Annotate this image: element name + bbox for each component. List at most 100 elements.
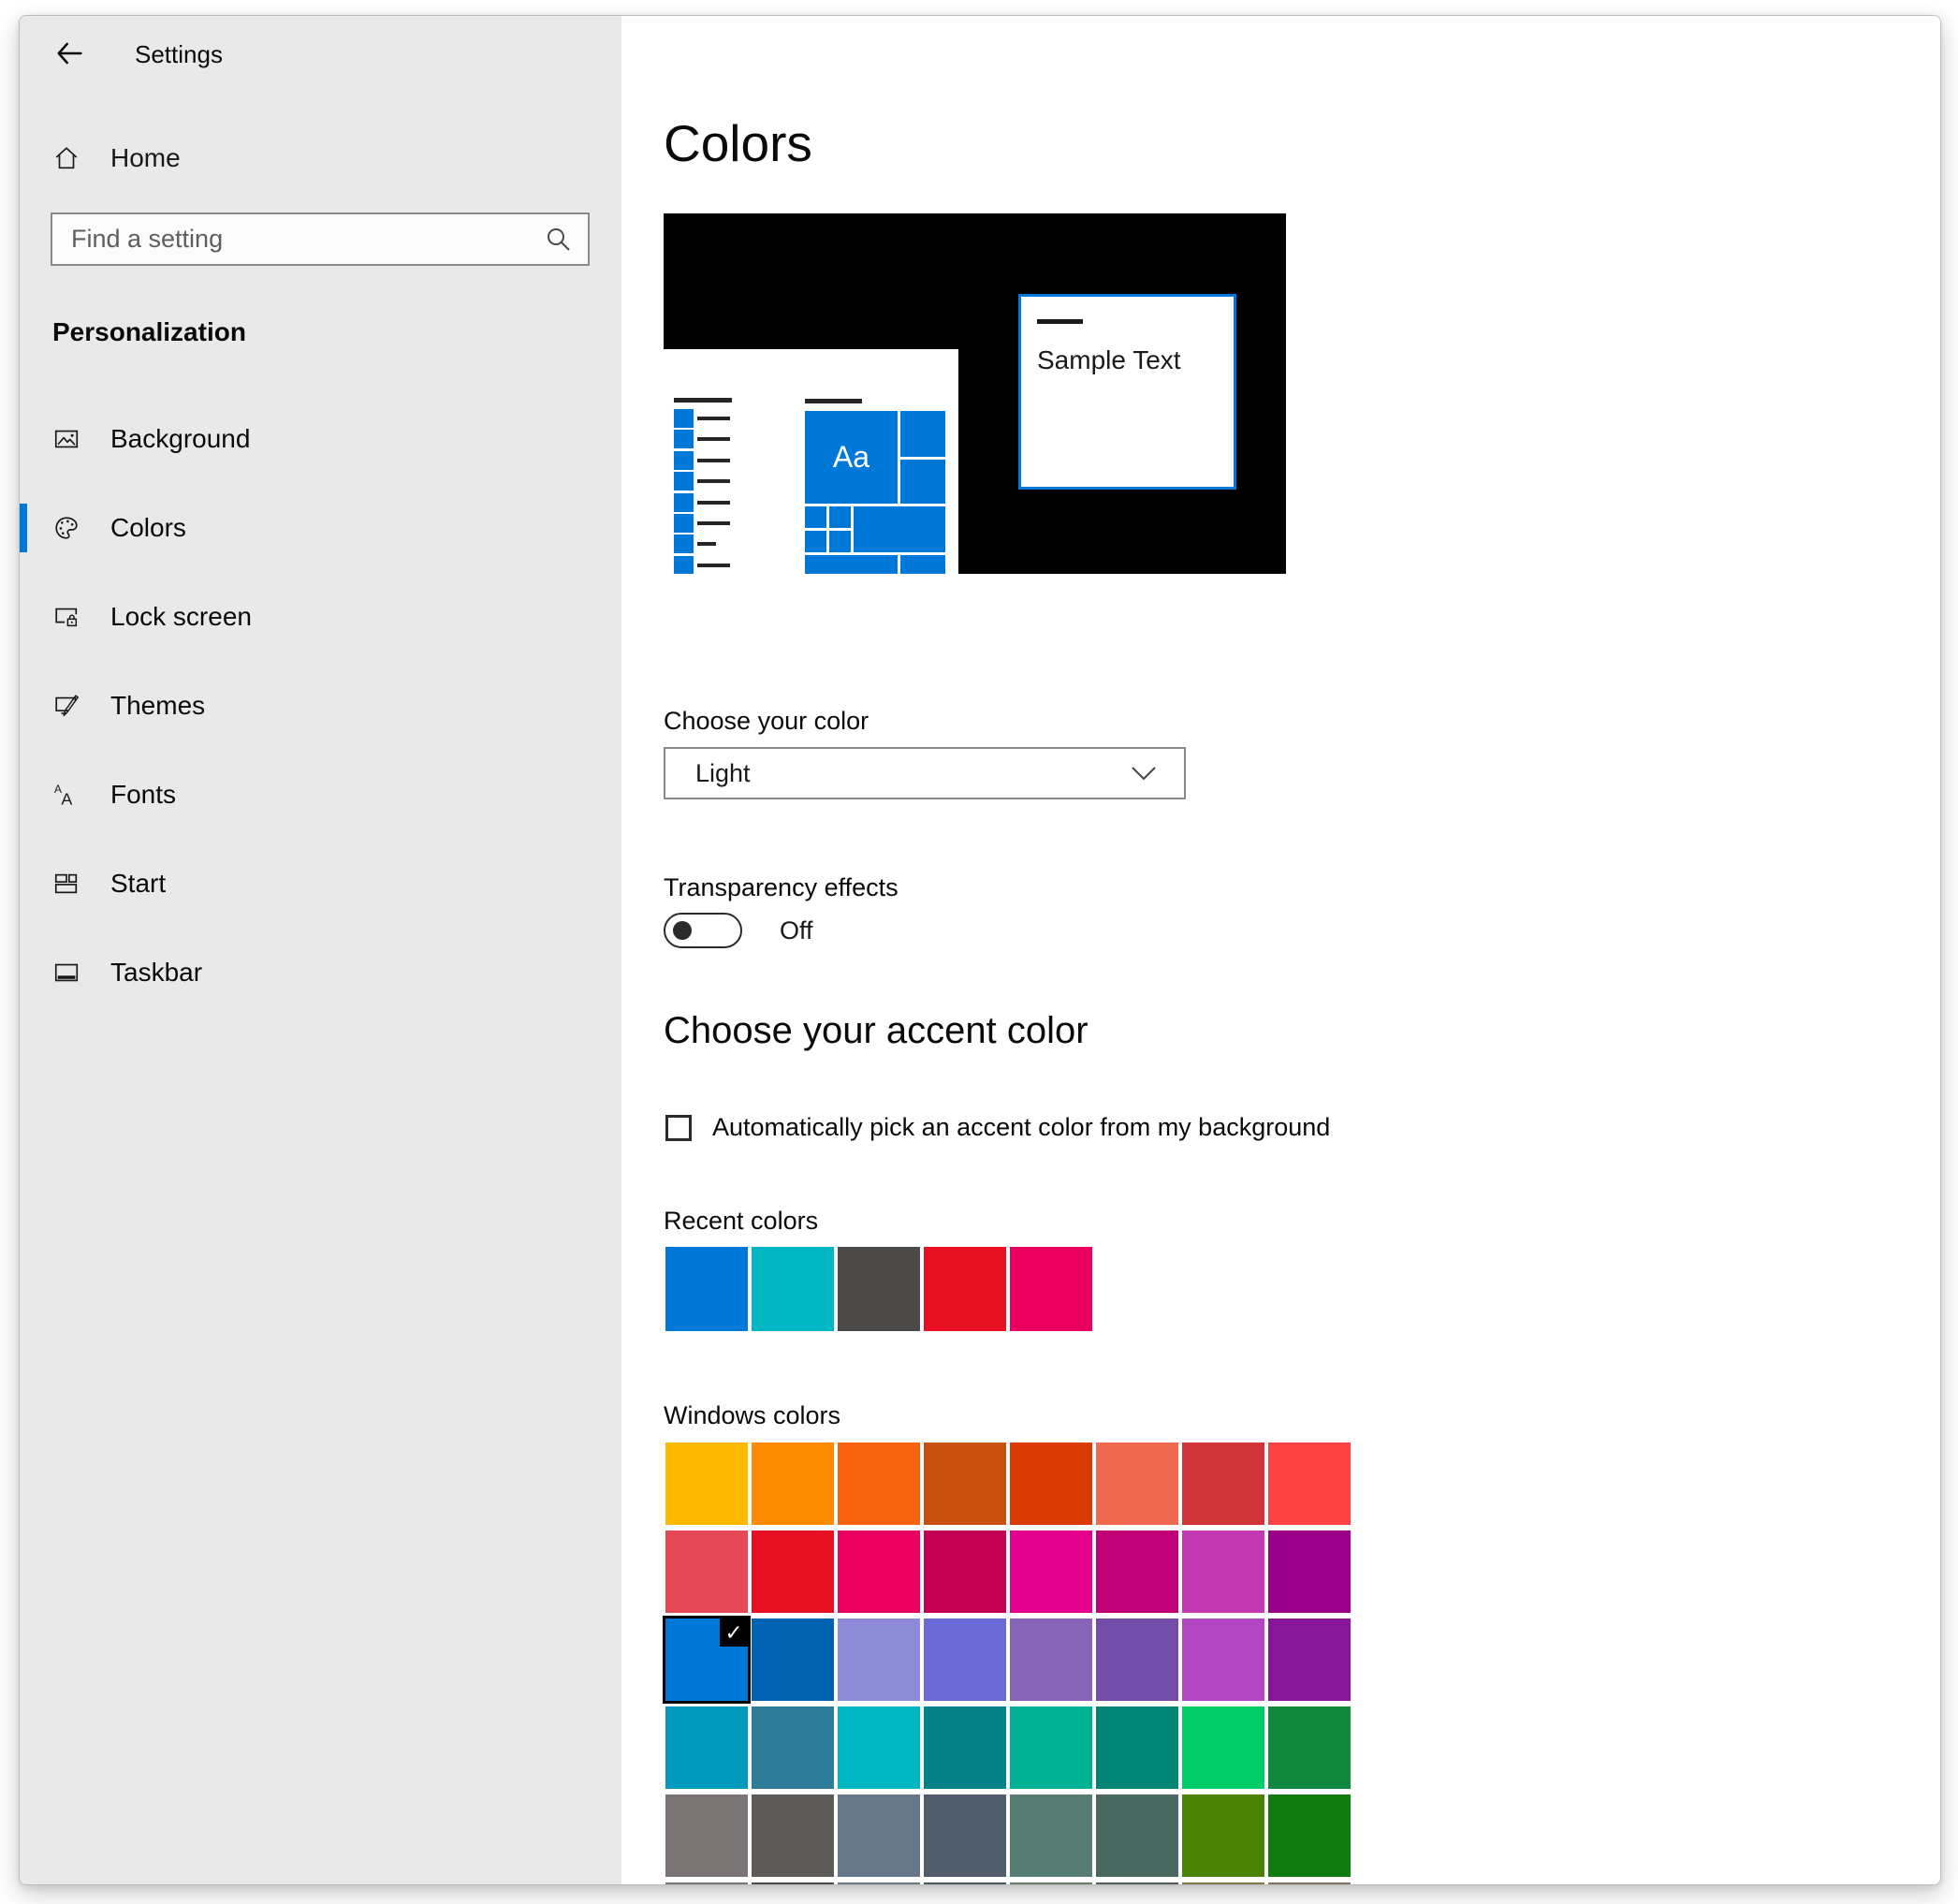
color-mode-dropdown[interactable]: Light [664,747,1186,799]
windows-color-swatch[interactable] [924,1706,1006,1789]
page-title: Colors [664,113,812,173]
windows-color-swatch[interactable] [1268,1531,1351,1613]
sidebar-nav: Background Colors Lock screen Theme [20,409,621,1032]
sidebar-item-label: Taskbar [110,958,202,988]
windows-color-swatch[interactable] [665,1706,748,1789]
windows-color-swatch[interactable] [752,1531,834,1613]
search-icon[interactable] [543,224,575,256]
windows-color-swatch[interactable] [752,1882,834,1885]
preview-list-line [697,479,730,483]
preview-tile [829,506,851,528]
app-title: Settings [135,40,223,69]
preview-list-line [697,542,716,546]
windows-color-swatch[interactable] [1182,1794,1264,1877]
preview-tile-large: Aa [805,411,898,504]
windows-color-swatch[interactable] [1182,1882,1264,1885]
preview-sample-window: Sample Text [1018,294,1236,490]
windows-color-swatch[interactable] [1010,1706,1092,1789]
windows-color-swatch[interactable] [665,1531,748,1613]
sidebar-item-label: Lock screen [110,602,252,632]
auto-accent-checkbox[interactable] [665,1115,692,1141]
sidebar-item-lock-screen[interactable]: Lock screen [20,587,621,647]
sidebar-item-start[interactable]: Start [20,854,621,914]
preview-list-line [697,521,730,525]
sidebar-item-background[interactable]: Background [20,409,621,469]
windows-color-swatch[interactable] [1096,1706,1178,1789]
transparency-toggle[interactable] [664,913,742,948]
svg-text:A: A [61,789,72,808]
windows-color-swatch[interactable] [1268,1794,1351,1877]
windows-color-swatch[interactable] [665,1882,748,1885]
recent-color-swatch[interactable] [924,1247,1006,1331]
windows-color-swatch[interactable] [1268,1443,1351,1525]
windows-color-swatch[interactable] [838,1706,920,1789]
windows-color-swatch[interactable] [924,1882,1006,1885]
windows-color-swatch[interactable] [752,1706,834,1789]
sidebar-item-home[interactable]: Home [20,134,621,183]
recent-color-swatch[interactable] [665,1247,748,1331]
preview-list-bullet [674,451,694,470]
windows-color-swatch[interactable] [1268,1706,1351,1789]
windows-color-swatch[interactable] [665,1443,748,1525]
windows-color-swatch[interactable] [665,1794,748,1877]
windows-color-swatch[interactable] [1010,1794,1092,1877]
toggle-state-label: Off [780,916,813,945]
windows-color-swatch[interactable] [752,1618,834,1701]
windows-color-swatch[interactable] [1096,1531,1178,1613]
sidebar-item-label: Start [110,869,166,899]
windows-color-swatch[interactable] [1096,1882,1178,1885]
windows-color-swatch[interactable] [924,1794,1006,1877]
sidebar-item-taskbar[interactable]: Taskbar [20,943,621,1003]
recent-color-swatch[interactable] [838,1247,920,1331]
windows-color-swatch[interactable] [1268,1882,1351,1885]
recent-color-swatch[interactable] [752,1247,834,1331]
windows-color-swatch[interactable] [1268,1618,1351,1701]
palette-icon [52,514,80,542]
windows-color-swatch[interactable] [838,1443,920,1525]
recent-color-swatch[interactable] [1010,1247,1092,1331]
taskbar-icon [52,959,80,987]
windows-color-swatch[interactable] [838,1618,920,1701]
preview-list-line [697,501,730,505]
windows-color-swatch[interactable] [1096,1618,1178,1701]
preview-list-bullet [674,493,694,512]
windows-color-swatch[interactable] [1182,1706,1264,1789]
windows-color-swatch[interactable] [752,1794,834,1877]
section-heading: Personalization [52,317,246,347]
windows-color-swatch[interactable] [924,1443,1006,1525]
search-box[interactable] [51,212,590,266]
windows-color-swatch[interactable] [838,1531,920,1613]
windows-color-swatch[interactable]: ✓ [665,1618,748,1701]
auto-accent-label: Automatically pick an accent color from … [712,1113,1330,1142]
preview-tile [900,555,945,574]
windows-color-swatch[interactable] [924,1618,1006,1701]
back-button[interactable] [51,35,88,72]
windows-color-swatch[interactable] [1096,1443,1178,1525]
windows-color-swatch[interactable] [1010,1882,1092,1885]
sidebar-item-colors[interactable]: Colors [20,498,621,558]
auto-accent-row[interactable]: Automatically pick an accent color from … [665,1113,1330,1142]
windows-color-swatch[interactable] [838,1794,920,1877]
windows-color-swatch[interactable] [1010,1618,1092,1701]
windows-color-swatch[interactable] [1096,1794,1178,1877]
search-input[interactable] [52,225,543,254]
preview-list-line [697,459,730,462]
preview-list-line [697,564,730,567]
sidebar: Settings Home Personalization Background [20,16,621,1884]
start-icon [52,870,80,898]
sidebar-item-themes[interactable]: Themes [20,676,621,736]
sidebar-item-fonts[interactable]: AA Fonts [20,765,621,825]
windows-color-swatch[interactable] [1010,1443,1092,1525]
windows-color-swatch[interactable] [1010,1531,1092,1613]
preview-tiles-header-line [805,399,862,403]
windows-color-swatch[interactable] [752,1443,834,1525]
preview-sample-titlebar-line [1037,319,1083,324]
windows-color-swatch[interactable] [1182,1531,1264,1613]
preview-sample-text: Sample Text [1037,345,1181,375]
windows-color-swatch[interactable] [838,1882,920,1885]
windows-color-swatch[interactable] [924,1531,1006,1613]
accent-color-heading: Choose your accent color [664,1010,1089,1052]
windows-color-swatch[interactable] [1182,1443,1264,1525]
windows-color-swatch[interactable] [1182,1618,1264,1701]
preview-tile [829,531,851,552]
